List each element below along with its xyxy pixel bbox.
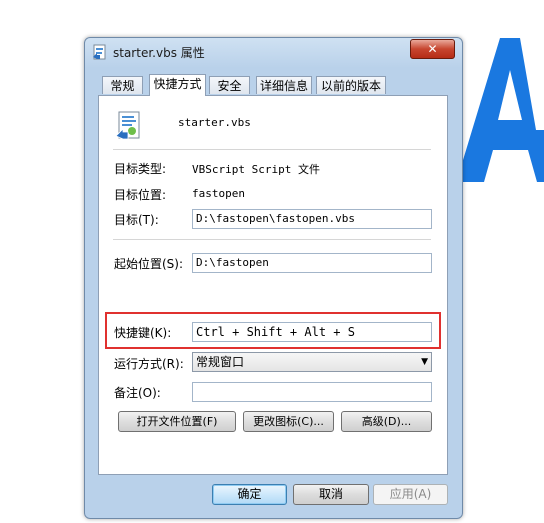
- ok-button[interactable]: 确定: [212, 484, 287, 505]
- file-name: starter.vbs: [178, 116, 251, 129]
- apply-button[interactable]: 应用(A): [373, 484, 448, 505]
- tab-previous-versions[interactable]: 以前的版本: [316, 76, 386, 94]
- change-icon-button[interactable]: 更改图标(C)...: [243, 411, 334, 432]
- start-in-input[interactable]: D:\fastopen: [192, 253, 432, 273]
- background-letter: [460, 0, 544, 523]
- run-label: 运行方式(R):: [114, 357, 184, 371]
- close-icon: ✕: [427, 42, 438, 56]
- separator: [113, 149, 431, 150]
- hotkey-input[interactable]: Ctrl + Shift + Alt + S: [192, 322, 432, 342]
- vbs-file-icon: [92, 44, 108, 60]
- tab-general[interactable]: 常规: [102, 76, 143, 94]
- target-label: 目标(T):: [114, 213, 159, 227]
- target-type-label: 目标类型:: [114, 162, 167, 176]
- advanced-button[interactable]: 高级(D)...: [341, 411, 432, 432]
- tab-security[interactable]: 安全: [209, 76, 250, 94]
- target-location-label: 目标位置:: [114, 188, 167, 202]
- separator: [113, 239, 431, 240]
- script-file-icon: [114, 110, 144, 140]
- close-button[interactable]: ✕: [410, 39, 455, 59]
- comment-input[interactable]: [192, 382, 432, 402]
- start-in-label: 起始位置(S):: [114, 257, 184, 271]
- run-select-value: 常规窗口: [196, 355, 245, 369]
- open-file-location-button[interactable]: 打开文件位置(F): [118, 411, 236, 432]
- chevron-down-icon: ▼: [421, 357, 428, 367]
- properties-dialog: starter.vbs 属性 ✕ 常规 快捷方式 安全 详细信息 以前的版本 s…: [84, 37, 463, 519]
- title-bar: starter.vbs 属性 ✕: [85, 38, 462, 66]
- run-select[interactable]: 常规窗口 ▼: [192, 352, 432, 372]
- comment-label: 备注(O):: [114, 386, 161, 400]
- background-letter-a-glyph: [460, 38, 544, 182]
- tab-shortcut[interactable]: 快捷方式: [149, 74, 206, 96]
- tab-details[interactable]: 详细信息: [256, 76, 312, 94]
- window-title: starter.vbs 属性: [113, 46, 205, 60]
- tab-bar: 常规 快捷方式 安全 详细信息 以前的版本: [98, 74, 448, 96]
- shortcut-panel: starter.vbs 目标类型: VBScript Script 文件 目标位…: [98, 95, 448, 475]
- target-input[interactable]: D:\fastopen\fastopen.vbs: [192, 209, 432, 229]
- hotkey-label: 快捷键(K):: [114, 326, 172, 340]
- target-location-value: fastopen: [192, 187, 245, 200]
- cancel-button[interactable]: 取消: [293, 484, 369, 505]
- target-type-value: VBScript Script 文件: [192, 163, 320, 176]
